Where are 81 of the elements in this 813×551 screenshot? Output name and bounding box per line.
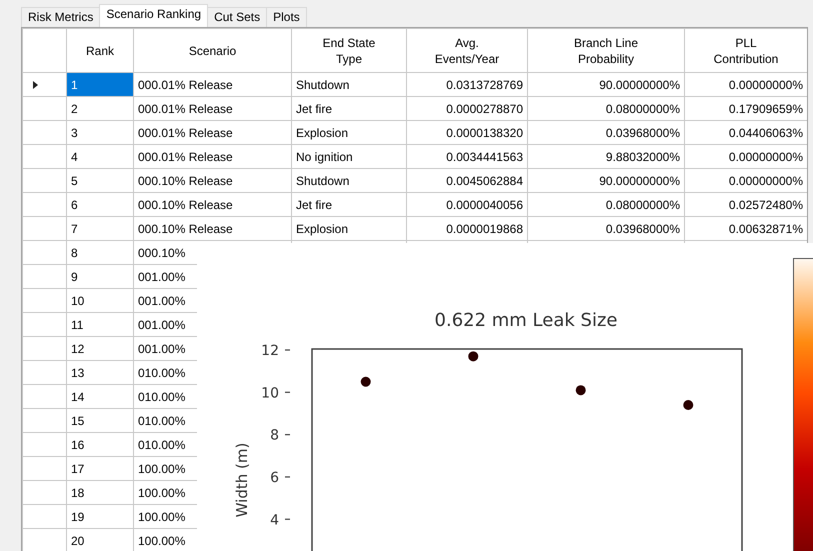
tick-label: 10: [261, 385, 279, 402]
table-cell[interactable]: 000.10% Release: [134, 168, 292, 192]
table-cell[interactable]: 4: [66, 144, 134, 168]
table-cell[interactable]: 010.00%: [138, 366, 186, 380]
tick-mark: [285, 349, 290, 351]
table-cell[interactable]: 0.03968000%: [528, 216, 684, 240]
table-cell[interactable]: Jet fire: [292, 192, 406, 216]
data-point: [360, 376, 371, 387]
table-cell[interactable]: 000.01% Release: [134, 96, 292, 120]
table-cell[interactable]: 010.00%: [138, 390, 186, 404]
table-cell[interactable]: 100.00%: [138, 462, 186, 476]
tab[interactable]: Scenario Ranking: [99, 4, 208, 27]
table-cell[interactable]: No ignition: [292, 144, 406, 168]
table-cell[interactable]: 000.01% Release: [134, 72, 292, 96]
table-cell[interactable]: 19: [66, 504, 134, 528]
table-cell[interactable]: 0.08000000%: [528, 96, 684, 120]
table-cell[interactable]: 0.0000019868: [406, 216, 528, 240]
table-cell[interactable]: 0.0313728769: [406, 72, 528, 96]
row-pointer-icon: [32, 80, 40, 90]
table-cell[interactable]: 001.00%: [138, 270, 186, 284]
table-cell[interactable]: 7: [66, 216, 134, 240]
table-cell[interactable]: 0.0045062884: [406, 168, 528, 192]
axis-label: Width (m): [233, 442, 251, 518]
data-point: [683, 400, 694, 410]
table-cell[interactable]: 000.10% Release: [134, 192, 292, 216]
table-cell[interactable]: 16: [66, 432, 134, 456]
table-cell[interactable]: 000.01% Release: [134, 120, 292, 144]
table-cell[interactable]: Explosion: [292, 216, 406, 240]
table-cell[interactable]: 0.03968000%: [528, 120, 684, 144]
table-cell[interactable]: 0.0034441563: [406, 144, 528, 168]
tab[interactable]: Risk Metrics: [21, 7, 100, 27]
table-cell[interactable]: 3: [66, 120, 134, 144]
tick-mark: [285, 392, 290, 393]
table-cell[interactable]: Shutdown: [292, 72, 406, 96]
table-cell[interactable]: 15: [66, 408, 134, 432]
table-cell[interactable]: Jet fire: [292, 96, 406, 120]
chart-title: 0.622 mm Leak Size: [434, 310, 618, 331]
table-cell[interactable]: 5: [66, 168, 134, 192]
table-cell[interactable]: 100.00%: [138, 486, 186, 500]
table-cell[interactable]: 010.00%: [138, 414, 186, 428]
table-cell[interactable]: 6: [66, 192, 134, 216]
table-cell[interactable]: 8: [66, 240, 134, 264]
table-cell[interactable]: 001.00%: [138, 294, 186, 308]
table-cell[interactable]: 12: [66, 336, 134, 360]
table-cell[interactable]: Shutdown: [292, 168, 406, 192]
column-header[interactable]: Scenario: [174, 42, 252, 58]
table-cell[interactable]: 0.0000138320: [406, 120, 528, 144]
table-cell[interactable]: 100.00%: [138, 534, 186, 548]
table-cell[interactable]: 9: [66, 264, 134, 288]
table-cell[interactable]: 11: [66, 312, 134, 336]
table-cell[interactable]: 0.0000040056: [406, 192, 528, 216]
table-cell[interactable]: 0.0000278870: [406, 96, 528, 120]
table-cell[interactable]: 90.00000000%: [528, 168, 684, 192]
table-cell[interactable]: 10: [66, 288, 134, 312]
table-cell[interactable]: 9.88032000%: [528, 144, 684, 168]
tick-label: 12: [261, 343, 279, 359]
table-cell[interactable]: 001.00%: [138, 342, 186, 356]
table-cell[interactable]: 000.10%: [138, 246, 186, 260]
table-cell[interactable]: Explosion: [292, 120, 406, 144]
table-cell[interactable]: 18: [66, 480, 134, 504]
table-cell[interactable]: 14: [66, 384, 134, 408]
table-cell[interactable]: 001.00%: [138, 318, 186, 332]
table-cell[interactable]: 0.08000000%: [528, 192, 684, 216]
tick-mark: [285, 476, 290, 478]
table-cell[interactable]: 000.01% Release: [134, 144, 292, 168]
tick-label: 6: [270, 470, 279, 486]
table-cell[interactable]: 000.10% Release: [134, 216, 292, 240]
data-point: [468, 351, 478, 362]
tick-label: 8: [270, 428, 279, 444]
table-cell[interactable]: 90.00000000%: [528, 72, 684, 96]
table-cell[interactable]: 100.00%: [138, 510, 186, 524]
tick-mark: [285, 518, 290, 520]
table-cell[interactable]: 17: [66, 456, 134, 480]
table-cell[interactable]: 010.00%: [138, 438, 186, 452]
table-cell[interactable]: 2: [66, 96, 134, 120]
table-cell[interactable]: 1: [66, 72, 134, 96]
tab[interactable]: Plots: [266, 7, 307, 27]
tick-label: 4: [270, 512, 279, 528]
data-point: [576, 385, 586, 396]
table-cell[interactable]: 13: [66, 360, 134, 384]
tick-mark: [285, 434, 290, 436]
